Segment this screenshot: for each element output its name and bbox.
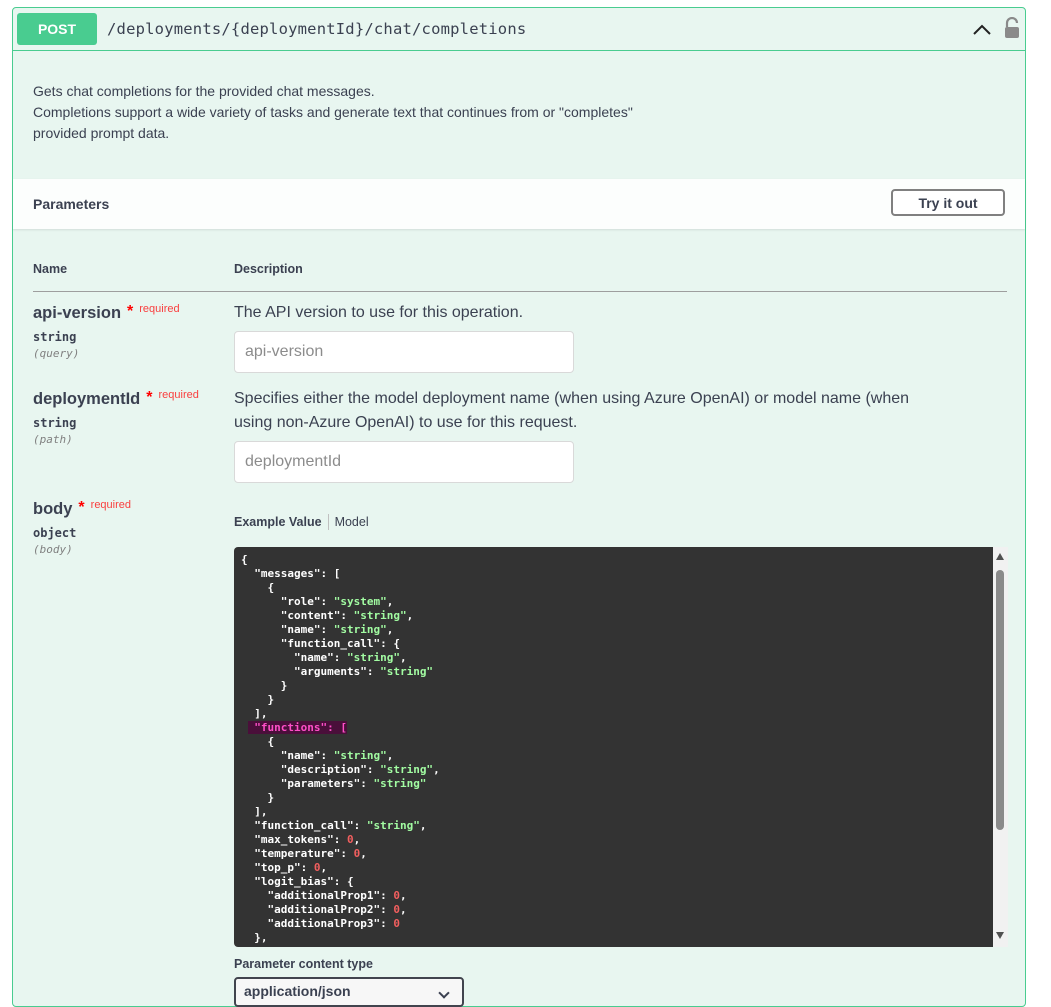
param-type: string: [33, 416, 77, 430]
try-it-out-button[interactable]: Try it out: [891, 189, 1005, 216]
scroll-thumb[interactable]: [996, 570, 1004, 830]
tab-model[interactable]: Model: [335, 515, 369, 529]
description-line: Gets chat completions for the provided c…: [33, 83, 375, 99]
param-name-text: body: [33, 500, 73, 518]
tab-example-value[interactable]: Example Value: [234, 515, 322, 529]
description-line: using non-Azure OpenAI) to use for this …: [234, 414, 578, 431]
param-description: Specifies either the model deployment na…: [234, 387, 1004, 435]
scroll-down-arrow-icon[interactable]: [996, 932, 1004, 939]
http-method-badge: POST: [17, 13, 97, 45]
api-version-input[interactable]: [234, 331, 574, 373]
param-name-text: deploymentId: [33, 390, 141, 408]
required-label: required: [139, 303, 180, 315]
required-label: required: [90, 499, 132, 511]
lock-icon[interactable]: [1003, 17, 1021, 39]
scroll-up-arrow-icon[interactable]: [996, 553, 1004, 560]
body-tabs: Example Value Model: [234, 514, 369, 530]
operation-path: /deployments/{deploymentId}/chat/complet…: [107, 20, 527, 38]
param-description: The API version to use for this operatio…: [234, 304, 524, 321]
code-text: { "messages": [ { "role": "system", "con…: [241, 553, 440, 944]
chevron-up-icon[interactable]: [971, 22, 993, 38]
chevron-down-icon: [438, 987, 450, 999]
column-header-name: Name: [33, 262, 68, 276]
operation-block: POST /deployments/{deploymentId}/chat/co…: [12, 7, 1026, 1007]
content-type-value: application/json: [244, 983, 351, 999]
required-star: *: [146, 389, 153, 406]
content-type-label: Parameter content type: [234, 957, 373, 971]
param-name-api-version: api-version * required: [33, 303, 180, 323]
required-star: *: [78, 499, 85, 516]
param-location: (path): [33, 433, 73, 446]
param-name-text: api-version: [33, 304, 122, 322]
param-name-body: body * required: [33, 499, 132, 519]
description-line: Completions support a wide variety of ta…: [33, 104, 633, 120]
description-line: Specifies either the model deployment na…: [234, 390, 910, 407]
required-star: *: [127, 303, 134, 320]
example-value-code[interactable]: { "messages": [ { "role": "system", "con…: [234, 547, 1008, 947]
header-divider: [33, 291, 1007, 292]
param-type: object: [33, 526, 77, 540]
param-location: (body): [33, 543, 73, 556]
description-line: provided prompt data.: [33, 125, 170, 141]
param-location: (query): [33, 347, 80, 360]
content-type-select[interactable]: application/json: [234, 977, 464, 1007]
param-name-deploymentid: deploymentId * required: [33, 389, 199, 409]
operation-summary[interactable]: POST /deployments/{deploymentId}/chat/co…: [13, 8, 1025, 51]
parameters-title: Parameters: [33, 196, 110, 212]
deploymentid-input[interactable]: [234, 441, 574, 483]
parameters-header: Parameters Try it out: [13, 179, 1025, 229]
column-header-description: Description: [234, 262, 303, 276]
operation-description: Gets chat completions for the provided c…: [33, 81, 753, 144]
code-scrollbar[interactable]: [993, 547, 1008, 947]
tab-separator: [327, 514, 329, 530]
param-type: string: [33, 330, 77, 344]
required-label: required: [158, 389, 199, 401]
